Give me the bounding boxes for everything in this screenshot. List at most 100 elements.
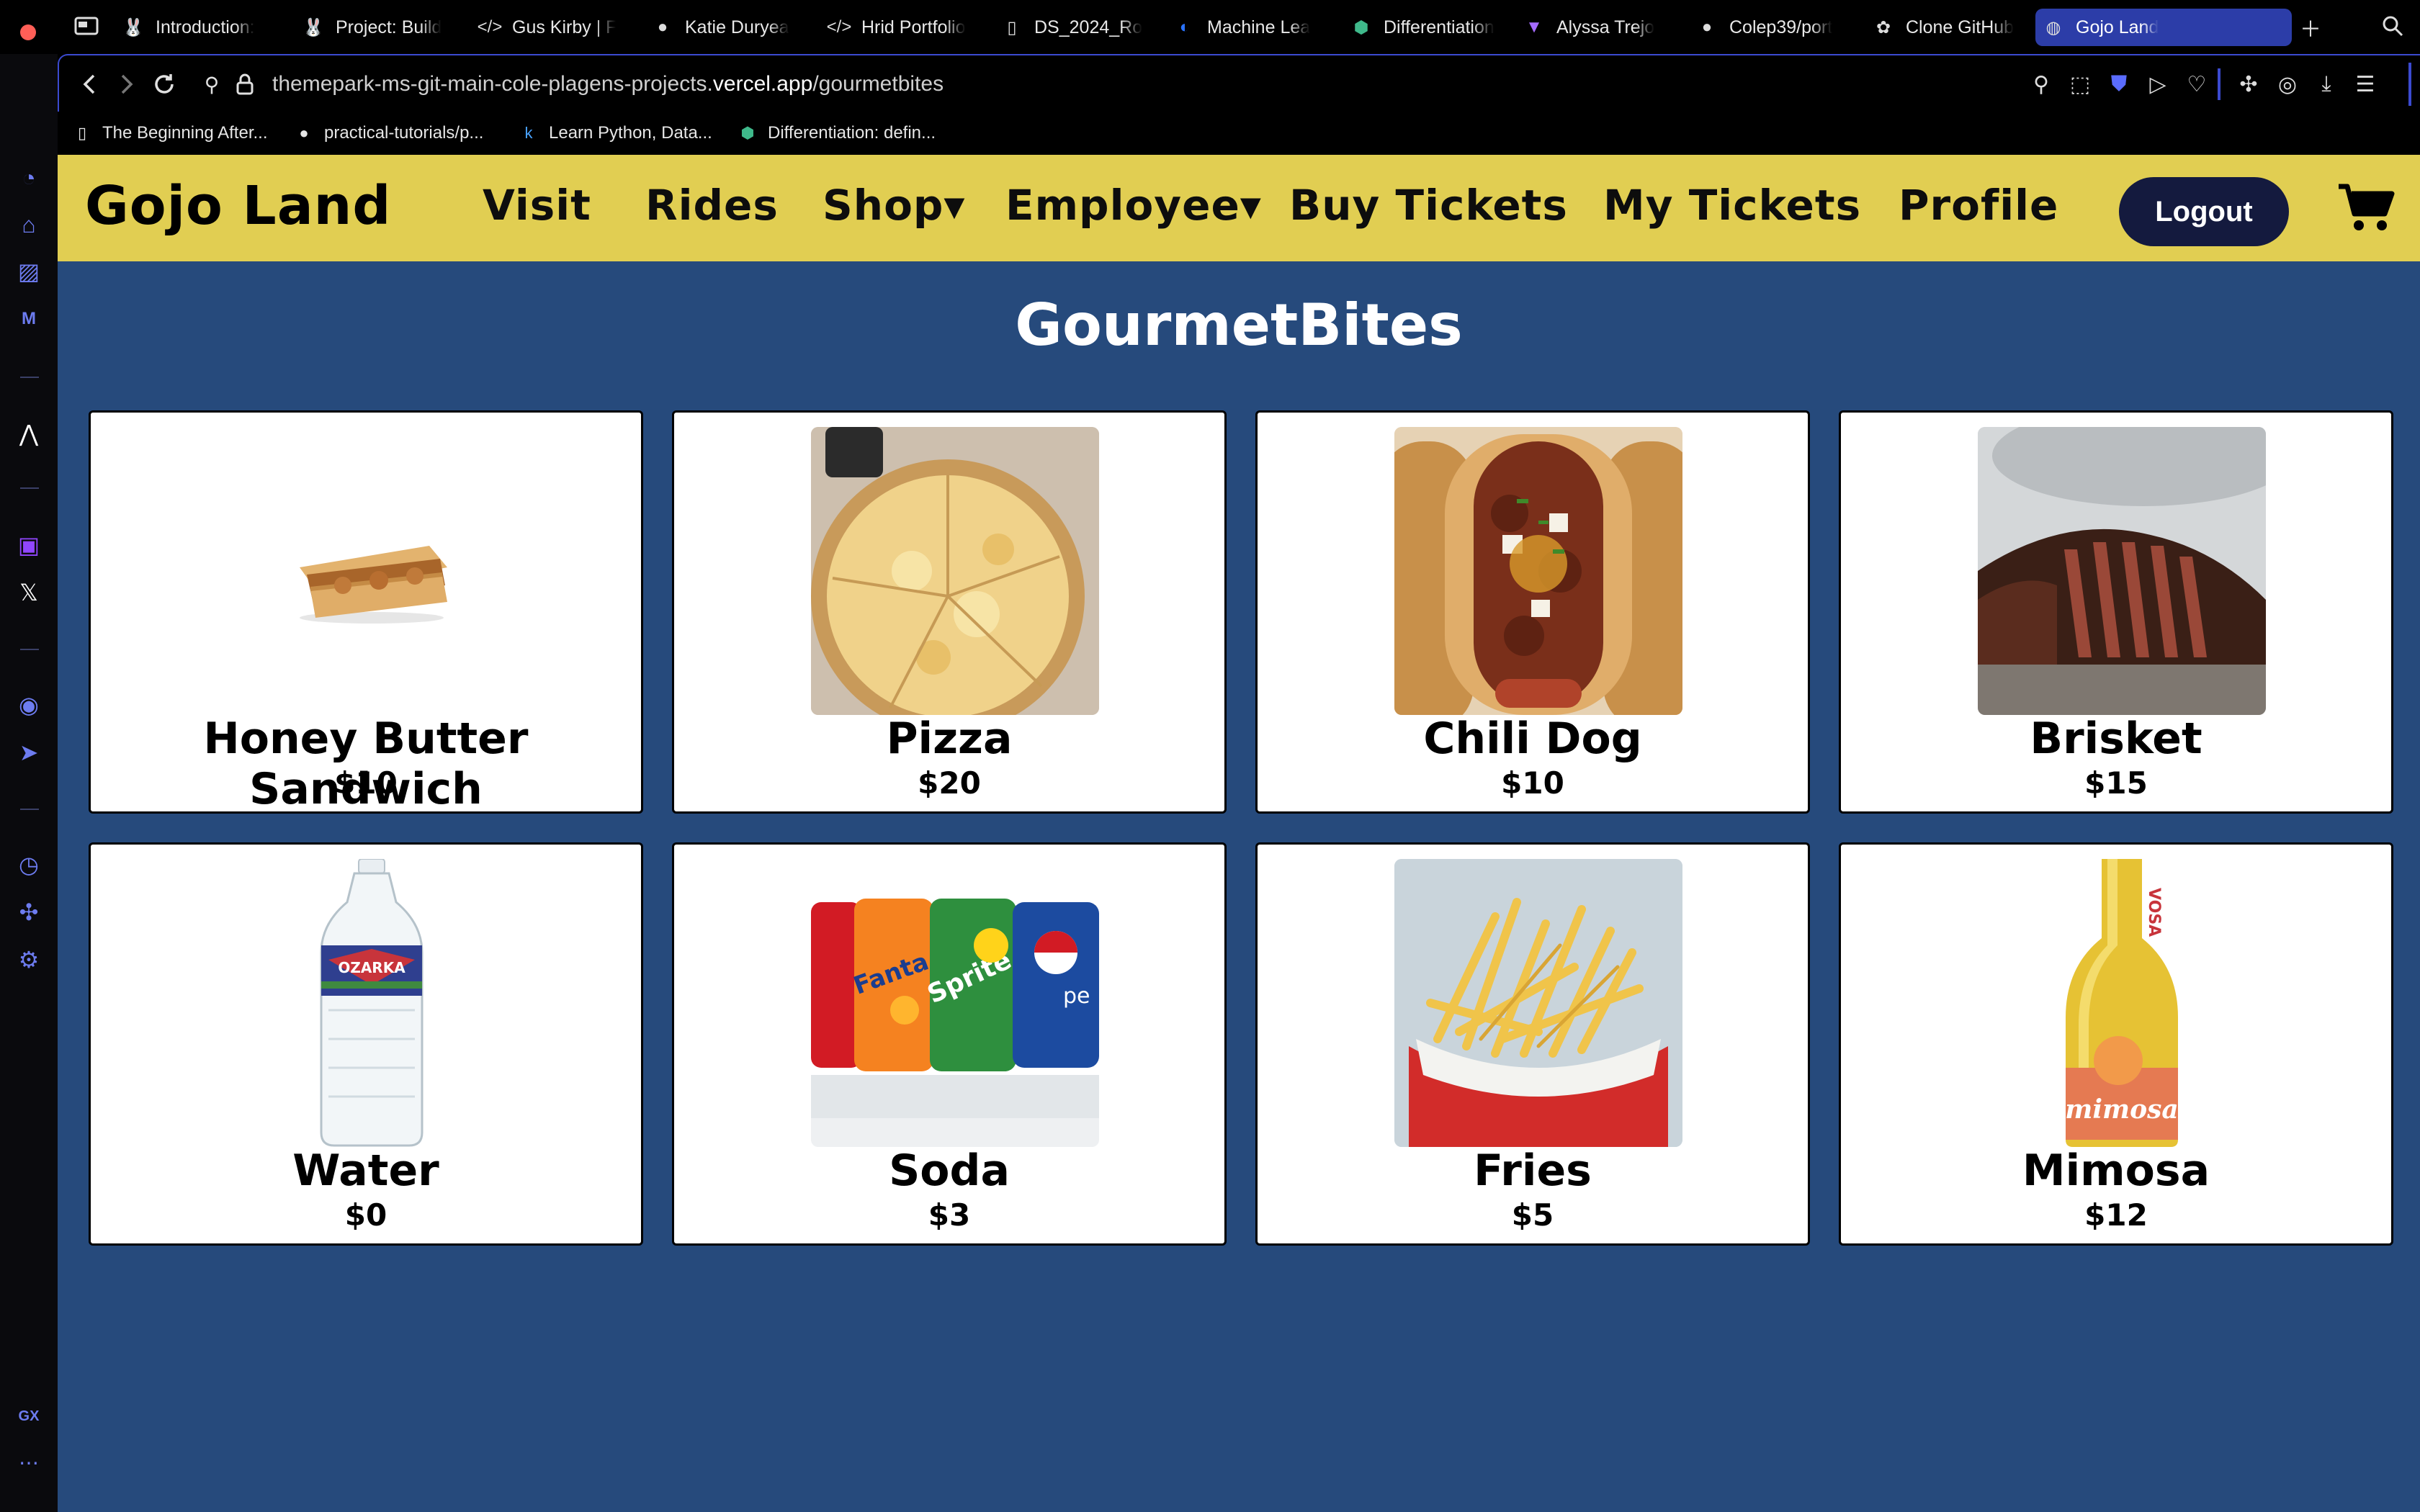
tab-label: Hrid Portfolio [861, 17, 966, 37]
tab-9[interactable]: ● Colep39/port [1689, 9, 1847, 46]
tab-0[interactable]: 🐰 Introduction: [115, 9, 274, 46]
nav-shop-dropdown[interactable]: Shop▾ [823, 181, 966, 230]
nav-profile[interactable]: Profile [1899, 181, 2058, 230]
nav-rides[interactable]: Rides [645, 181, 779, 230]
speed-dial-icon[interactable]: ◔ [13, 162, 45, 194]
tab-label: Machine Lea [1207, 17, 1311, 37]
url-prefix: themepark-ms-git-main-cole-plagens-proje… [272, 72, 713, 96]
tab-2[interactable]: </> Gus Kirby | Fr [472, 9, 623, 46]
nav-my-tickets[interactable]: My Tickets [1603, 181, 1861, 230]
mimosa-bottle-image: mimosa VOSA [1978, 859, 2266, 1147]
pin-icon[interactable]: ⚲ [2025, 68, 2057, 100]
menu-item-card[interactable]: Pizza $20 [672, 410, 1227, 814]
tab-1[interactable]: 🐰 Project: Build [295, 9, 454, 46]
soda-cans-image: Fanta Sprite pe [811, 859, 1099, 1147]
extensions-icon[interactable]: ✣ [2233, 68, 2264, 100]
tab-6[interactable]: ◐ Machine Lea [1167, 9, 1325, 46]
menu-item-card[interactable]: Brisket $15 [1839, 410, 2393, 814]
tab-label: Gus Kirby | Fr [512, 17, 616, 37]
tab-label: Katie Duryea [685, 17, 789, 37]
tab-3[interactable]: ● Katie Duryea [645, 9, 803, 46]
more-icon[interactable]: ⋯ [13, 1446, 45, 1478]
shield-icon[interactable]: ⛊ [2103, 68, 2135, 100]
nav-visit[interactable]: Visit [483, 181, 591, 230]
globe-icon: ◍ [2045, 17, 2061, 37]
history-icon[interactable]: ◷ [13, 849, 45, 881]
twitch-icon[interactable]: ▣ [13, 529, 45, 561]
fries-image [1394, 859, 1682, 1147]
code-icon: </> [477, 17, 503, 37]
planet-icon: ● [657, 17, 668, 37]
openai-icon: ✿ [1876, 17, 1891, 37]
download-icon[interactable]: ⤓ [2311, 68, 2342, 100]
tab-5[interactable]: ▯ DS_2024_Ro [994, 9, 1152, 46]
picture-in-picture-icon[interactable] [71, 10, 102, 42]
menu-item-card[interactable]: OZARKA Water $0 [89, 842, 643, 1246]
item-name: Mimosa [2022, 1146, 2210, 1196]
item-price: $10 [1501, 765, 1564, 801]
settings-icon[interactable]: ⚙ [13, 944, 45, 976]
lock-icon[interactable] [229, 68, 261, 100]
tab-11-active[interactable]: ◍ Gojo Land [2035, 9, 2292, 46]
svg-text:OZARKA: OZARKA [338, 959, 405, 976]
profile-icon[interactable]: ◎ [2272, 68, 2303, 100]
music-player-icon[interactable]: ◉ [13, 689, 45, 721]
new-tab-button[interactable]: ＋ [2295, 12, 2326, 43]
hexagon-icon: ⬢ [740, 124, 755, 142]
github-icon: ● [299, 124, 309, 142]
menu-item-card[interactable]: Fries $5 [1255, 842, 1810, 1246]
sidebar-divider [20, 487, 39, 489]
site-permissions-icon[interactable]: ⚲ [196, 68, 228, 100]
bookmark-0[interactable]: ▯ The Beginning After... [72, 117, 268, 149]
easy-setup-icon[interactable]: ☰ [2349, 68, 2381, 100]
bookmark-label: Differentiation: defin... [768, 123, 936, 143]
site-navbar: Gojo Land Visit Rides Shop▾ Employee▾ Bu… [58, 155, 2420, 261]
tab-label: Clone GitHub [1906, 17, 2015, 37]
heart-icon[interactable]: ♡ [2181, 68, 2213, 100]
logout-button[interactable]: Logout [2119, 177, 2289, 246]
menu-item-card[interactable]: Chili Dog $10 [1255, 410, 1810, 814]
item-name: Brisket [2030, 714, 2202, 764]
url-path: /gourmetbites [812, 72, 944, 96]
snapshot-icon[interactable]: ⬚ [2064, 68, 2096, 100]
menu-item-card[interactable]: Fanta Sprite pe Soda $3 [672, 842, 1227, 1246]
player-icon[interactable]: ▨ [13, 256, 45, 287]
bookmark-label: The Beginning After... [102, 123, 268, 143]
search-icon[interactable] [2377, 10, 2408, 42]
tab-label: Project: Build [336, 17, 442, 37]
svg-text:VOSA: VOSA [2145, 888, 2163, 937]
aria-icon[interactable]: ⋀ [13, 418, 45, 449]
tab-10[interactable]: ✿ Clone GitHub [1865, 9, 2024, 46]
forward-button[interactable] [111, 68, 143, 100]
send-icon[interactable]: ➤ [13, 737, 45, 768]
item-price: $12 [2084, 1197, 2148, 1233]
menu-item-card[interactable]: mimosa VOSA Mimosa $12 [1839, 842, 2393, 1246]
url-field[interactable]: themepark-ms-git-main-cole-plagens-proje… [272, 68, 944, 100]
site-logo[interactable]: Gojo Land [85, 175, 391, 237]
pizza-image [811, 427, 1099, 715]
menu-item-card[interactable]: Honey Butter Sandwich $10 [89, 410, 643, 814]
gx-label[interactable]: GX [13, 1400, 45, 1432]
tab-7[interactable]: ⬢ Differentiation [1343, 9, 1502, 46]
bookmark-2[interactable]: k Learn Python, Data... [519, 117, 712, 149]
bookmark-1[interactable]: ● practical-tutorials/p... [294, 117, 483, 149]
reload-button[interactable] [148, 68, 180, 100]
item-name: Pizza [886, 714, 1013, 764]
nav-buy-tickets[interactable]: Buy Tickets [1289, 181, 1568, 230]
messenger-icon[interactable]: M [13, 303, 45, 335]
chili-dog-image [1394, 427, 1682, 715]
nav-employee-dropdown[interactable]: Employee▾ [1005, 181, 1262, 230]
send-icon[interactable]: ▷ [2142, 68, 2174, 100]
cart-icon[interactable] [2337, 182, 2395, 234]
wallet-icon[interactable]: ⌂ [13, 209, 45, 240]
sandwich-image [228, 427, 516, 715]
bookmark-3[interactable]: ⬢ Differentiation: defin... [738, 117, 936, 149]
close-window-button[interactable] [20, 24, 36, 40]
toolbar-divider [2408, 63, 2411, 106]
address-bar: ⚲ themepark-ms-git-main-cole-plagens-pro… [58, 54, 2420, 112]
tab-4[interactable]: </> Hrid Portfolio [821, 9, 980, 46]
extensions-icon[interactable]: ✣ [13, 896, 45, 928]
tab-8[interactable]: ▼ Alyssa Trejo [1516, 9, 1675, 46]
back-button[interactable] [73, 68, 105, 100]
x-icon[interactable]: 𝕏 [13, 577, 45, 608]
